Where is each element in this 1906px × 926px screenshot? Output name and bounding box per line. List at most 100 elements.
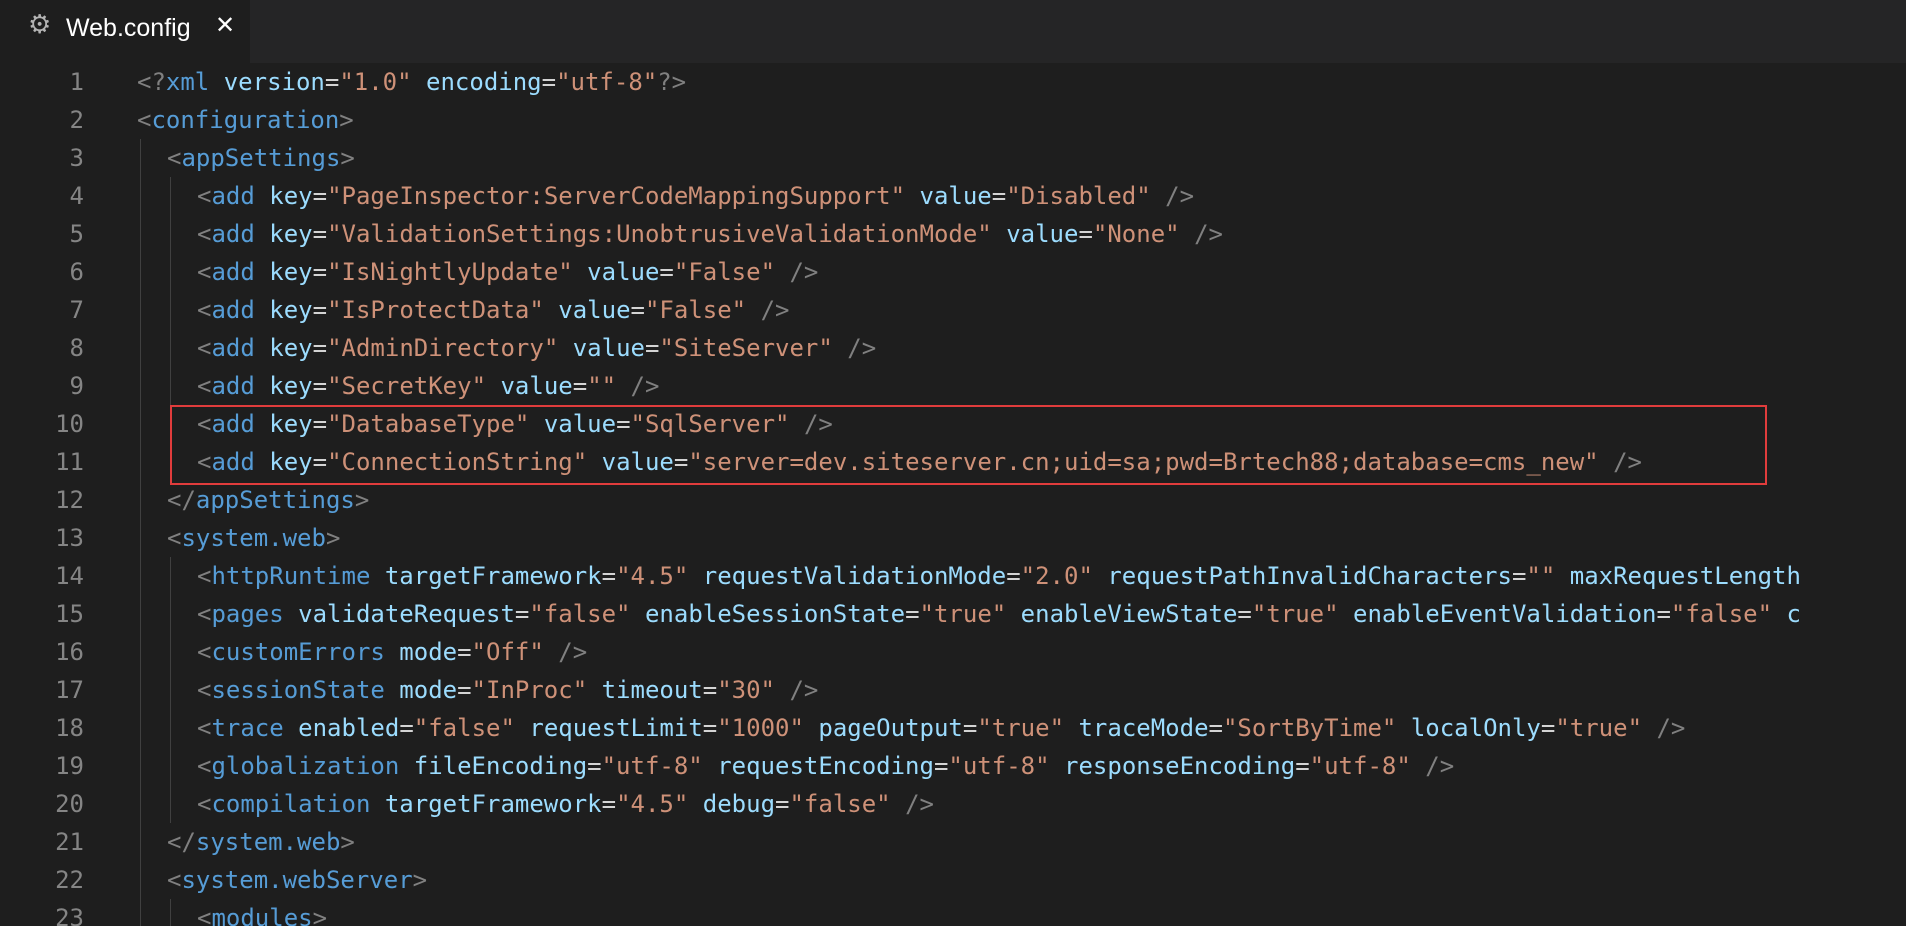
code-line[interactable]: 9 <add key="SecretKey" value="" />	[0, 367, 1906, 405]
code-line[interactable]: 16 <customErrors mode="Off" />	[0, 633, 1906, 671]
code-token: <	[197, 790, 212, 818]
code-line[interactable]: 2 <configuration>	[0, 101, 1906, 139]
highlight-box	[170, 405, 1767, 485]
tab-web-config[interactable]: ⚙ Web.config ✕	[0, 0, 250, 63]
code-token: add	[211, 334, 255, 362]
code-token: "1000"	[717, 714, 804, 742]
code-token: <	[197, 334, 212, 362]
code-line[interactable]: 5 <add key="ValidationSettings:Unobtrusiv…	[0, 215, 1906, 253]
code-token: />	[847, 334, 877, 362]
code-token: "IsNightlyUpdate"	[327, 258, 573, 286]
code-line[interactable]: 14 <httpRuntime targetFramework="4.5" req…	[0, 557, 1906, 595]
code-text: <system.webServer>	[167, 861, 427, 899]
code-token: requestEncoding	[717, 752, 934, 780]
code-token: pages	[211, 600, 284, 628]
code-text: <customErrors mode="Off" />	[197, 633, 587, 671]
code-token: <	[197, 600, 212, 628]
code-line[interactable]: 4 <add key="PageInspector:ServerCodeMappi…	[0, 177, 1906, 215]
code-token: "utf-8"	[948, 752, 1050, 780]
code-line[interactable]: 20 <compilation targetFramework="4.5" deb…	[0, 785, 1906, 823]
code-line[interactable]: 22 <system.webServer>	[0, 861, 1906, 899]
code-token: system.web	[195, 828, 341, 856]
code-token: <?	[137, 68, 166, 96]
code-token: requestValidationMode	[702, 562, 1007, 590]
code-text: <add key="IsNightlyUpdate" value="False"…	[197, 253, 818, 291]
code-token: key	[269, 296, 313, 324]
code-token: "utf-8"	[1309, 752, 1411, 780]
close-icon[interactable]: ✕	[210, 10, 240, 40]
code-token: "4.5"	[616, 562, 689, 590]
code-token: />	[760, 296, 790, 324]
code-token: ?>	[657, 68, 687, 96]
code-line[interactable]: 7 <add key="IsProtectData" value="False" …	[0, 291, 1906, 329]
code-token: "2.0"	[1020, 562, 1093, 590]
code-token: system.webServer	[181, 866, 413, 894]
code-token: "true"	[919, 600, 1007, 628]
code-token: =	[702, 676, 718, 704]
code-token: =	[630, 296, 645, 324]
line-number: 19	[55, 752, 84, 780]
line-number: 14	[55, 562, 84, 590]
code-token: =	[312, 220, 328, 248]
code-token: =	[1237, 600, 1252, 628]
code-text: </appSettings>	[167, 481, 369, 519]
code-line[interactable]: 17 <sessionState mode="InProc" timeout="3…	[0, 671, 1906, 709]
code-token: =	[572, 372, 588, 400]
code-token: >	[312, 904, 328, 926]
code-token: "false"	[789, 790, 891, 818]
code-line[interactable]: 23 <modules>	[0, 899, 1906, 926]
code-token: >	[354, 486, 370, 514]
code-token: =	[399, 714, 414, 742]
code-token: =	[457, 638, 472, 666]
code-text: <add key="PageInspector:ServerCodeMappin…	[197, 177, 1194, 215]
code-line[interactable]: 12 </appSettings>	[0, 481, 1906, 519]
code-token: xml	[165, 68, 210, 96]
code-token: compilation	[211, 790, 371, 818]
code-line[interactable]: 8 <add key="AdminDirectory" value="SiteSe…	[0, 329, 1906, 367]
code-token: value	[1006, 220, 1079, 248]
code-token: "false"	[529, 600, 631, 628]
code-token: />	[558, 638, 588, 666]
code-token: sessionState	[211, 676, 385, 704]
code-line[interactable]: 15 <pages validateRequest="false" enableS…	[0, 595, 1906, 633]
code-text: <add key="IsProtectData" value="False" /…	[197, 291, 790, 329]
code-token: />	[630, 372, 660, 400]
line-number: 18	[55, 714, 84, 742]
code-line[interactable]: 13 <system.web>	[0, 519, 1906, 557]
code-line[interactable]: 19 <globalization fileEncoding="utf-8" re…	[0, 747, 1906, 785]
code-token: />	[1194, 220, 1223, 248]
code-token: targetFramework	[384, 562, 602, 590]
code-token: =	[601, 562, 617, 590]
code-line[interactable]: 18 <trace enabled="false" requestLimit="1…	[0, 709, 1906, 747]
code-text: <appSettings>	[167, 139, 355, 177]
code-line[interactable]: 6 <add key="IsNightlyUpdate" value="False…	[0, 253, 1906, 291]
code-token: =	[312, 372, 328, 400]
code-token: <	[197, 714, 212, 742]
code-token: requestPathInvalidCharacters	[1107, 562, 1512, 590]
code-token: =	[1295, 752, 1310, 780]
code-line[interactable]: 3 <appSettings>	[0, 139, 1906, 177]
code-token: customErrors	[211, 638, 385, 666]
code-line[interactable]: 1 <?xml version="1.0" encoding="utf-8"?>	[0, 63, 1906, 101]
code-editor[interactable]: 1 <?xml version="1.0" encoding="utf-8"?> 2…	[0, 63, 1906, 926]
code-token: />	[789, 258, 819, 286]
code-token: enableEventValidation	[1353, 600, 1657, 628]
code-text: <pages validateRequest="false" enableSes…	[197, 595, 1801, 633]
code-line[interactable]: 21 </system.web>	[0, 823, 1906, 861]
code-token: ""	[587, 372, 617, 400]
